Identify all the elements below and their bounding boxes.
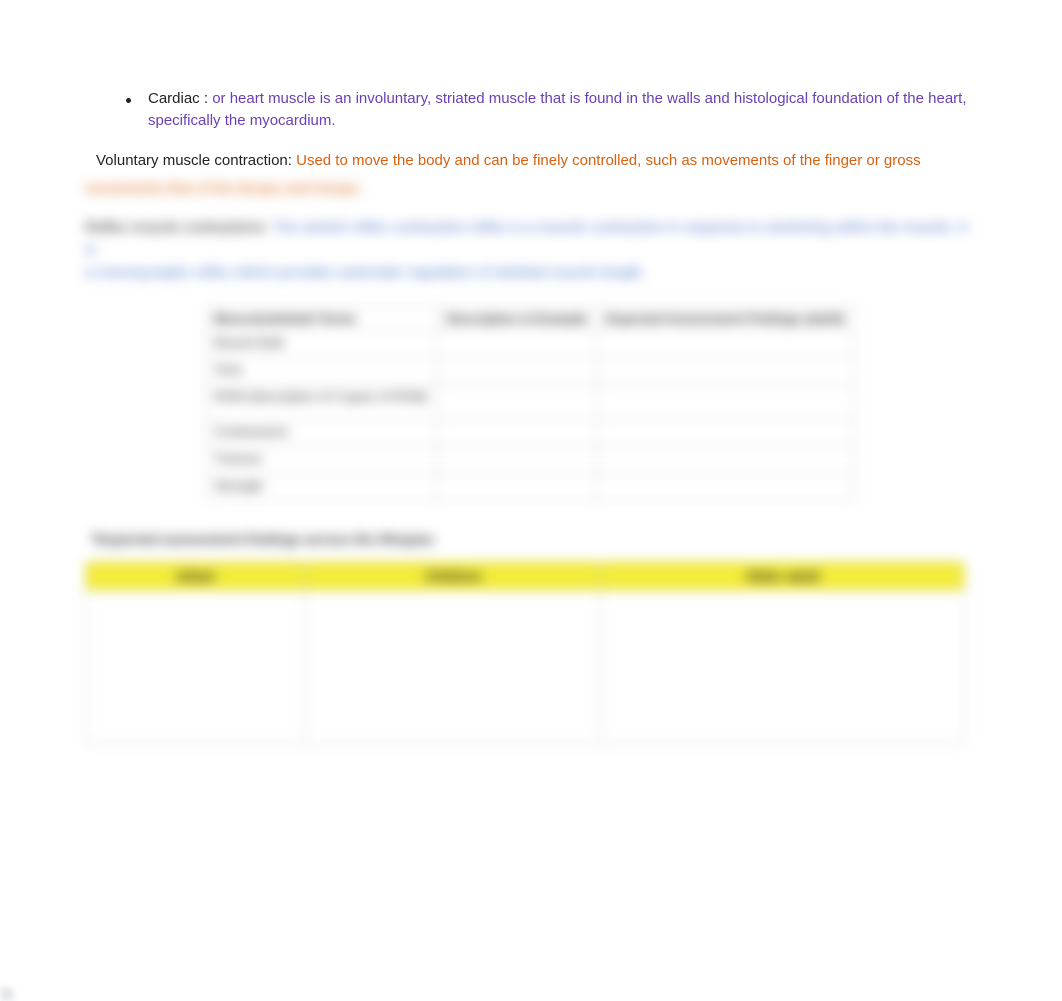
document-page: Cardiac : or heart muscle is an involunt… (0, 0, 1062, 1001)
voluntary-text-a: Used to move the body and can be finely … (296, 152, 921, 169)
table-row: Strength (206, 474, 855, 501)
cell-empty (597, 447, 854, 474)
reflex-label: Reflex muscle contractions: (85, 219, 273, 236)
th-description: Description & Example (438, 307, 598, 331)
table-row: Tremors (206, 447, 855, 474)
cell-empty (438, 331, 598, 358)
table-row: Muscle Bulk (206, 331, 855, 358)
th-terms: Musculoskeletal Terms (206, 307, 438, 331)
voluntary-text-b: movements that of the biceps and triceps… (85, 180, 363, 197)
cell-term: ROM (description of 4 types of ROM) (206, 385, 438, 420)
bullet-list: Cardiac : or heart muscle is an involunt… (96, 88, 976, 132)
th-infant: Infant (86, 562, 306, 591)
th-findings: Expected Assessment Findings (adult) (597, 307, 854, 331)
cell-empty (438, 447, 598, 474)
table-row: Tone (206, 358, 855, 385)
cell-term: Muscle Bulk (206, 331, 438, 358)
reflex-paragraph: Reflex muscle contractions: The stretch … (85, 217, 975, 285)
cell-term: Contractures (206, 420, 438, 447)
cell-empty (597, 358, 854, 385)
terms-table: Musculoskeletal Terms Description & Exam… (205, 306, 855, 501)
reflex-text-b: a monosynaptic reflex which provides aut… (85, 264, 646, 281)
table-row (86, 591, 965, 744)
page-corner-indicator (0, 987, 14, 1001)
cell-empty (597, 474, 854, 501)
cell-term: Tone (206, 358, 438, 385)
th-older-adult: Older adult (601, 562, 965, 591)
terms-table-wrap: Musculoskeletal Terms Description & Exam… (205, 306, 855, 501)
readable-region: Cardiac : or heart muscle is an involunt… (96, 88, 976, 185)
cell-empty (597, 331, 854, 358)
th-children: Children (306, 562, 601, 591)
cell-empty (597, 420, 854, 447)
lifespan-table-wrap: Infant Children Older adult (85, 561, 965, 744)
cell-empty (438, 474, 598, 501)
table-row: Contractures (206, 420, 855, 447)
voluntary-continuation: movements that of the biceps and triceps… (85, 178, 975, 201)
voluntary-label: Voluntary muscle contraction: (96, 152, 296, 169)
lifespan-table: Infant Children Older adult (85, 561, 965, 744)
bullet-label: Cardiac : (148, 90, 212, 107)
table-header-row: Musculoskeletal Terms Description & Exam… (206, 307, 855, 331)
cell-empty (597, 385, 854, 420)
blurred-preview-region: movements that of the biceps and triceps… (85, 178, 975, 738)
cell-term: Strength (206, 474, 438, 501)
cell-empty (438, 385, 598, 420)
cell-empty (86, 591, 306, 744)
cell-empty (601, 591, 965, 744)
cell-empty (306, 591, 601, 744)
lifespan-heading: *Expected assessment findings across the… (91, 531, 975, 547)
cell-empty (438, 358, 598, 385)
table-row: ROM (description of 4 types of ROM) (206, 385, 855, 420)
voluntary-paragraph: Voluntary muscle contraction: Used to mo… (96, 150, 976, 172)
cell-term: Tremors (206, 447, 438, 474)
bullet-item-cardiac: Cardiac : or heart muscle is an involunt… (96, 88, 976, 132)
table-header-row: Infant Children Older adult (86, 562, 965, 591)
bullet-text: or heart muscle is an involuntary, stria… (148, 90, 967, 129)
cell-empty (438, 420, 598, 447)
